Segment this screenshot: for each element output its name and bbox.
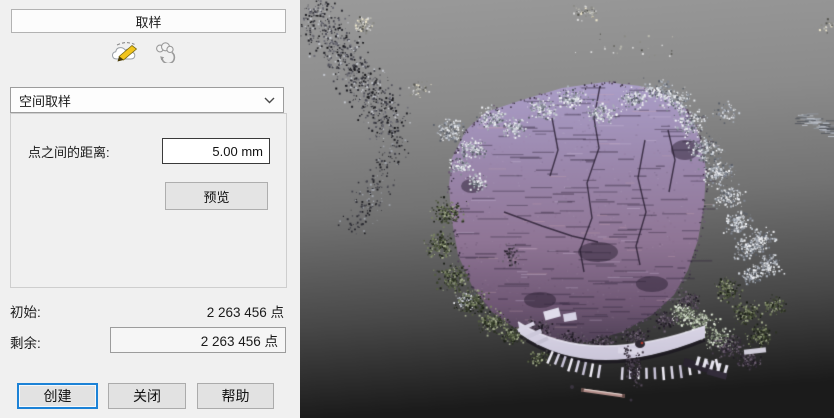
viewport-canvas[interactable] (300, 0, 834, 418)
toolbar-icons (110, 40, 178, 64)
create-button[interactable]: 创建 (17, 383, 98, 409)
initial-label: 初始: (10, 301, 41, 321)
sampling-panel: 取样 空间取样 (0, 0, 300, 418)
distance-input[interactable] (162, 138, 270, 164)
panel-title: 取样 (11, 9, 286, 33)
remaining-label: 剩余: (10, 332, 41, 352)
sampling-dialog-window: 取样 空间取样 (0, 0, 834, 418)
preview-button[interactable]: 预览 (165, 182, 268, 210)
chevron-down-icon (264, 97, 275, 104)
help-button[interactable]: 帮助 (197, 383, 274, 409)
initial-value: 2 263 456 点 (110, 301, 284, 321)
sample-pen-cloud-icon[interactable] (110, 40, 142, 64)
cloud-refresh-icon[interactable] (152, 41, 178, 63)
close-button[interactable]: 关闭 (108, 383, 186, 409)
sampling-method-dropdown[interactable]: 空间取样 (10, 87, 284, 113)
sampling-method-value: 空间取样 (19, 91, 71, 110)
remaining-value-box: 2 263 456 点 (110, 327, 286, 353)
distance-label: 点之间的距离: (28, 142, 110, 161)
